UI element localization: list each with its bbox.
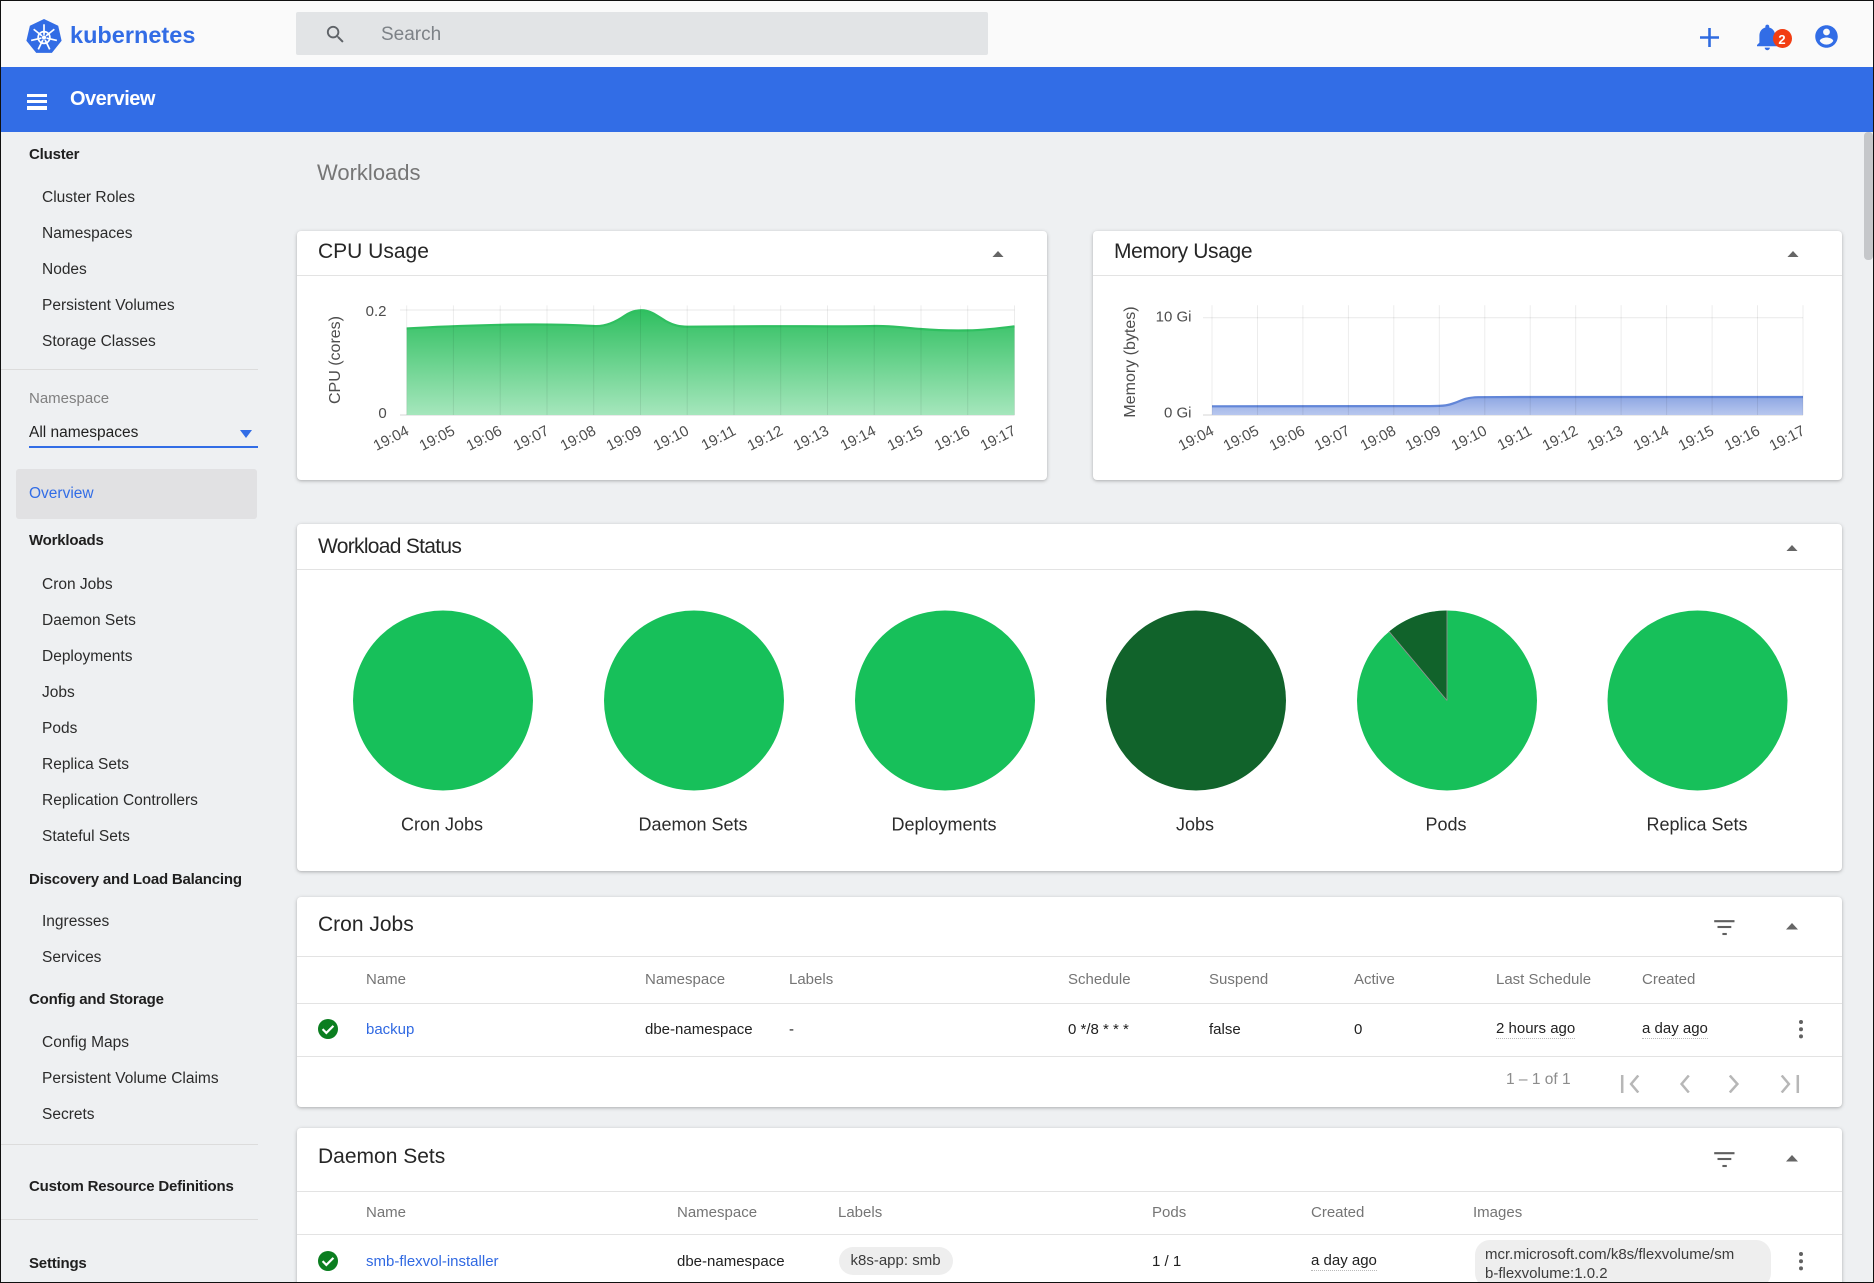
svg-text:19:05: 19:05 (417, 422, 458, 454)
svg-text:19:06: 19:06 (464, 422, 505, 454)
svg-text:0 Gi: 0 Gi (1164, 405, 1192, 422)
svg-text:19:04: 19:04 (371, 422, 412, 454)
svg-text:CPU (cores): CPU (cores) (327, 316, 344, 404)
svg-text:10 Gi: 10 Gi (1156, 309, 1192, 326)
svg-text:0.2: 0.2 (366, 303, 387, 320)
svg-text:0: 0 (378, 405, 386, 422)
svg-text:19:09: 19:09 (604, 422, 645, 454)
svg-text:19:14: 19:14 (838, 422, 879, 454)
svg-text:19:08: 19:08 (558, 422, 599, 454)
svg-text:19:04: 19:04 (1176, 422, 1217, 454)
svg-text:19:13: 19:13 (791, 422, 832, 454)
svg-text:19:10: 19:10 (651, 422, 692, 454)
svg-text:19:11: 19:11 (1495, 422, 1535, 454)
svg-text:19:06: 19:06 (1267, 422, 1308, 454)
svg-text:19:15: 19:15 (1676, 422, 1717, 454)
svg-text:19:14: 19:14 (1631, 422, 1672, 454)
svg-text:19:13: 19:13 (1585, 422, 1626, 454)
svg-text:Daemon Sets: Daemon Sets (638, 814, 747, 834)
svg-text:Memory (bytes): Memory (bytes) (1122, 306, 1139, 417)
svg-text:Jobs: Jobs (1176, 814, 1214, 834)
svg-text:19:12: 19:12 (745, 422, 786, 454)
svg-text:19:12: 19:12 (1540, 422, 1581, 454)
svg-text:19:08: 19:08 (1358, 422, 1399, 454)
svg-text:Cron Jobs: Cron Jobs (401, 814, 483, 834)
svg-text:19:16: 19:16 (1722, 422, 1763, 454)
svg-text:19:07: 19:07 (1312, 422, 1353, 454)
svg-text:Replica Sets: Replica Sets (1646, 814, 1747, 834)
svg-text:19:07: 19:07 (511, 422, 552, 454)
svg-text:Deployments: Deployments (891, 814, 996, 834)
svg-text:19:17: 19:17 (1767, 422, 1808, 454)
svg-text:19:16: 19:16 (932, 422, 973, 454)
svg-text:19:15: 19:15 (885, 422, 926, 454)
svg-text:19:11: 19:11 (699, 422, 739, 454)
svg-text:19:05: 19:05 (1221, 422, 1262, 454)
svg-text:19:09: 19:09 (1403, 422, 1444, 454)
svg-text:19:17: 19:17 (978, 422, 1019, 454)
svg-text:19:10: 19:10 (1449, 422, 1490, 454)
svg-text:Pods: Pods (1425, 814, 1466, 834)
